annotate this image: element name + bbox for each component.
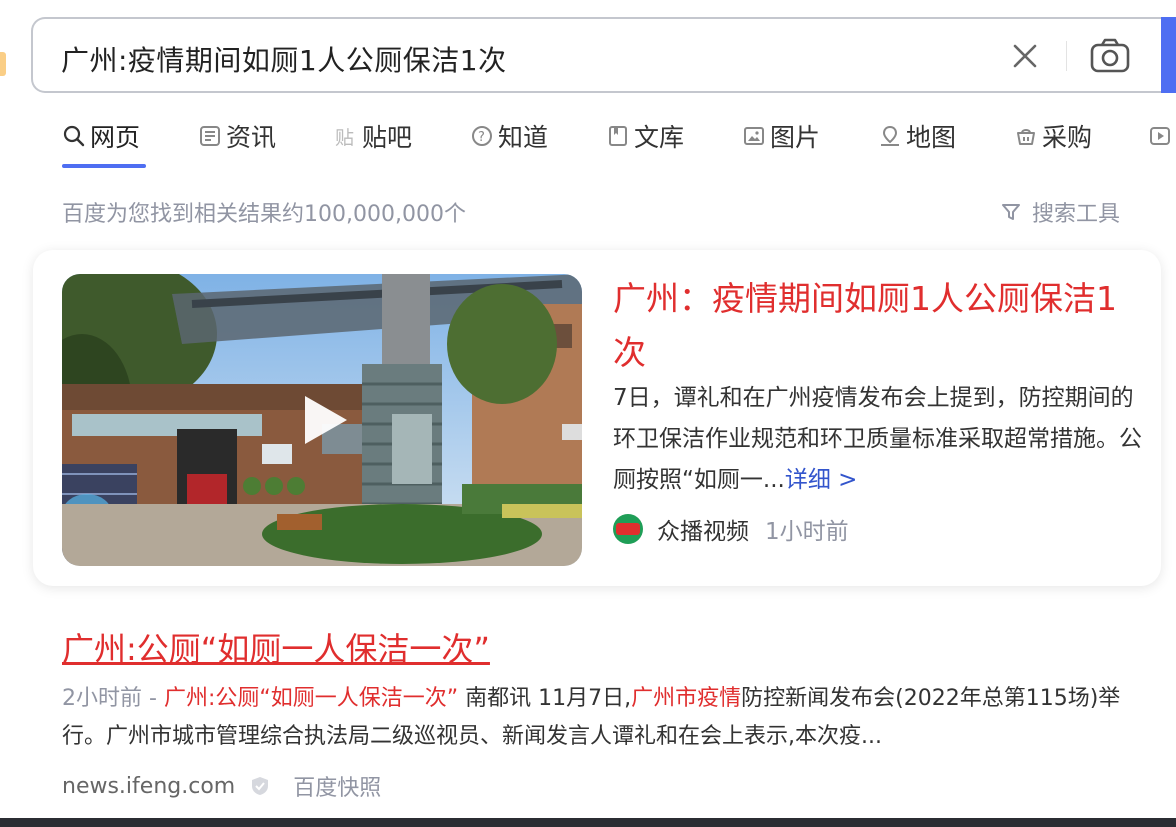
result-time: 2小时前 - — [62, 686, 164, 711]
document-icon — [606, 124, 630, 148]
search-tools-button[interactable]: 搜索工具 — [1000, 196, 1120, 228]
svg-text:贴: 贴 — [335, 127, 354, 148]
source-logo-icon — [613, 514, 643, 544]
shield-icon — [252, 777, 269, 795]
tab-label: 知道 — [498, 123, 549, 152]
search-button[interactable] — [1161, 17, 1176, 93]
search-box[interactable]: 广州:疫情期间如厕1人公厕保洁1次 — [31, 17, 1163, 93]
tab-zhidao[interactable]: ? 知道 — [470, 118, 548, 154]
tab-map[interactable]: 地图 — [878, 118, 956, 154]
search-tools-label: 搜索工具 — [1032, 202, 1121, 227]
question-icon: ? — [470, 124, 494, 148]
left-edge-marker — [0, 52, 6, 76]
video-thumbnail[interactable] — [62, 274, 582, 566]
svg-text:?: ? — [478, 130, 485, 145]
tab-images[interactable]: 图片 — [742, 118, 820, 154]
basket-icon — [1014, 124, 1038, 148]
search-divider — [1066, 41, 1067, 71]
card-source: 众播视频 1小时前 — [613, 512, 849, 546]
result-count: 百度为您找到相关结果约100,000,000个 — [62, 202, 466, 227]
video-result-card: 广州：疫情期间如厕1人公厕保洁1次 7日，谭礼和在广州疫情发布会上提到，防控期间… — [33, 250, 1161, 586]
result-title[interactable]: 广州:公厕“如厕一人保洁一次” — [62, 624, 490, 670]
news-icon — [198, 124, 222, 148]
result-abstract: 2小时前 - 广州:公厕“如厕一人保洁一次” 南都讯 11月7日,广州市疫情防控… — [62, 680, 1142, 756]
tab-label: 地图 — [906, 123, 957, 152]
search-input[interactable]: 广州:疫情期间如厕1人公厕保洁1次 — [61, 39, 507, 79]
source-name[interactable]: 众播视频 — [657, 512, 749, 546]
snapshot-link[interactable]: 百度快照 — [293, 770, 381, 802]
tab-label: 图片 — [770, 123, 821, 152]
tab-label: 采购 — [1042, 123, 1093, 152]
detail-link[interactable]: 详细 > — [785, 467, 858, 493]
source-time: 1小时前 — [765, 519, 849, 545]
tab-purchase[interactable]: 采购 — [1014, 118, 1092, 154]
image-icon — [742, 124, 766, 148]
search-icon — [62, 124, 86, 148]
camera-icon[interactable] — [1088, 37, 1132, 75]
tab-web[interactable]: 网页 — [62, 118, 140, 154]
card-summary: 7日，谭礼和在广州疫情发布会上提到，防控期间的环卫保洁作业规范和环卫质量标准采取… — [613, 378, 1148, 501]
tab-video[interactable] — [1148, 118, 1176, 154]
filter-icon — [1002, 204, 1020, 220]
clear-icon[interactable] — [1008, 39, 1042, 73]
abstract-text: 南都讯 11月7日, — [458, 686, 632, 711]
map-pin-icon — [878, 124, 902, 148]
tieba-icon: 贴 — [334, 124, 358, 149]
taskbar-edge — [0, 818, 1176, 827]
tab-wenku[interactable]: 文库 — [606, 118, 684, 154]
play-icon — [1148, 124, 1172, 148]
result-domain[interactable]: news.ifeng.com — [62, 774, 235, 799]
abstract-highlight: 广州:公厕“如厕一人保洁一次” — [163, 686, 459, 711]
card-summary-text: 7日，谭礼和在广州疫情发布会上提到，防控期间的环卫保洁作业规范和环卫质量标准采取… — [613, 385, 1142, 493]
tab-active-indicator — [62, 164, 146, 168]
tab-news[interactable]: 资讯 — [198, 118, 276, 154]
tab-label: 网页 — [90, 123, 141, 152]
abstract-highlight: 广州市疫情 — [631, 686, 742, 711]
tab-label: 贴吧 — [362, 123, 413, 152]
tab-label: 资讯 — [226, 123, 277, 152]
tab-label: 文库 — [634, 123, 685, 152]
result-meta: news.ifeng.com 百度快照 — [62, 770, 381, 802]
card-title[interactable]: 广州：疫情期间如厕1人公厕保洁1次 — [613, 272, 1143, 380]
tab-tieba[interactable]: 贴 贴吧 — [334, 118, 412, 154]
